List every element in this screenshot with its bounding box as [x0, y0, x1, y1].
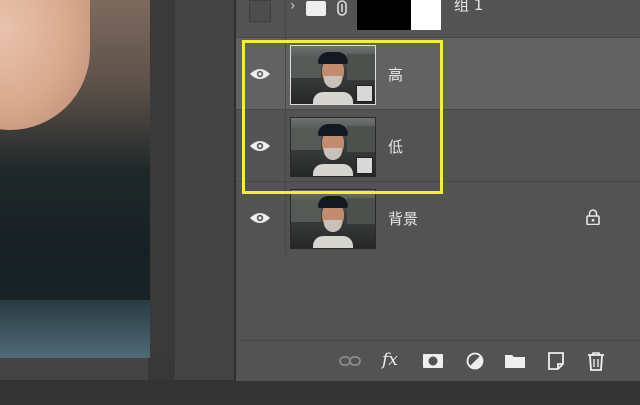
scrollbar-thumb[interactable]: [150, 0, 175, 358]
lock-icon[interactable]: [586, 209, 600, 225]
visibility-empty-box[interactable]: [249, 0, 271, 22]
canvas-horizontal-scrollbar[interactable]: [0, 358, 175, 380]
row-divider: [285, 0, 286, 38]
eye-icon[interactable]: [249, 67, 271, 81]
layers-panel: › 组 1 高 低 背景 fx: [236, 0, 640, 381]
row-divider: [285, 182, 286, 254]
panel-gutter: [175, 0, 235, 380]
group-mask-black: [357, 0, 411, 30]
layer-thumbnail[interactable]: [290, 189, 376, 249]
visibility-toggle[interactable]: [236, 0, 285, 38]
visibility-toggle[interactable]: [236, 182, 285, 254]
document-canvas[interactable]: [0, 0, 150, 358]
link-icon: [337, 0, 347, 16]
eye-icon[interactable]: [249, 139, 271, 153]
layer-row-low[interactable]: 低: [236, 110, 640, 182]
link-icon[interactable]: [339, 351, 361, 371]
mask-icon[interactable]: [422, 351, 444, 371]
folder-icon[interactable]: [504, 351, 526, 371]
adjustment-icon[interactable]: [464, 351, 486, 371]
smart-object-icon: [356, 85, 373, 102]
canvas-image-skin: [0, 0, 90, 130]
layer-name[interactable]: 高: [388, 64, 403, 85]
layer-name: 组 1: [454, 0, 484, 14]
layer-thumbnail[interactable]: [290, 45, 376, 105]
layer-thumbnail[interactable]: [290, 117, 376, 177]
layer-row-background[interactable]: 背景: [236, 182, 640, 254]
layers-toolbar: fx: [236, 340, 640, 381]
folder-icon: [306, 1, 326, 16]
row-divider: [285, 110, 286, 182]
group-mask-white: [411, 0, 441, 30]
eye-icon[interactable]: [249, 211, 271, 225]
visibility-toggle[interactable]: [236, 38, 285, 110]
trash-icon[interactable]: [585, 351, 607, 371]
layer-row-group[interactable]: › 组 1: [236, 0, 640, 38]
visibility-toggle[interactable]: [236, 110, 285, 182]
layer-row-high[interactable]: 高: [236, 38, 640, 110]
canvas-image-shirt: [0, 300, 150, 358]
canvas-vertical-scrollbar[interactable]: [150, 0, 175, 358]
fx-icon[interactable]: fx: [382, 350, 398, 370]
layer-name[interactable]: 低: [388, 136, 403, 157]
layer-name[interactable]: 背景: [388, 208, 418, 229]
expand-chevron-icon[interactable]: ›: [290, 0, 296, 14]
smart-object-icon: [356, 157, 373, 174]
row-divider: [285, 38, 286, 110]
scrollbar-thumb[interactable]: [0, 358, 148, 380]
new-layer-icon[interactable]: [545, 351, 567, 371]
status-bar: [0, 380, 640, 405]
